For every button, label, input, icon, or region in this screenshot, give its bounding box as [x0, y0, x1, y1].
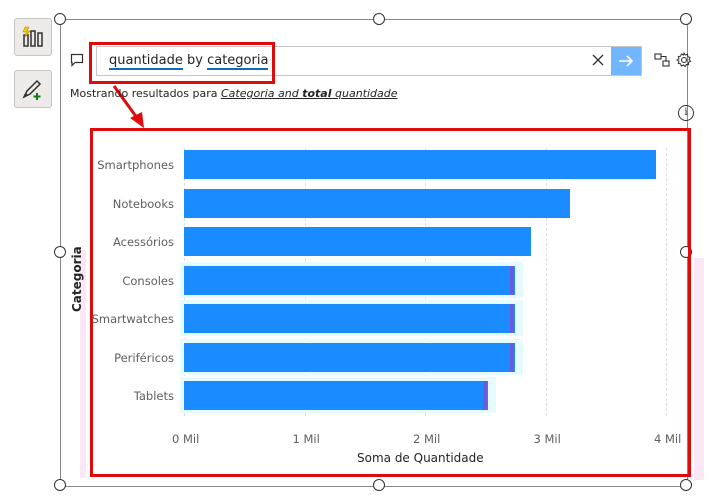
x-tick-label: 3 Mil	[533, 432, 561, 446]
category-label: Consoles	[122, 273, 174, 288]
x-tick-label: 4 Mil	[654, 432, 682, 446]
bar-smartwatches[interactable]	[184, 304, 516, 333]
y-axis-title: Categoria	[70, 246, 84, 312]
x-tick-label: 1 Mil	[292, 432, 320, 446]
category-label: Tablets	[133, 389, 174, 403]
bar-notebooks[interactable]	[184, 188, 570, 218]
bar-edge	[510, 342, 515, 372]
bar-acessórios[interactable]	[184, 227, 532, 256]
bar-smartphones[interactable]	[184, 150, 657, 179]
x-axis-title: Soma de Quantidade	[357, 451, 484, 465]
bar-consoles[interactable]	[184, 265, 516, 295]
category-label: Acessórios	[112, 235, 174, 249]
bar-tablets[interactable]	[184, 381, 488, 410]
category-label: Smartphones	[97, 158, 174, 172]
bar-periféricos[interactable]	[184, 342, 516, 372]
x-gridline	[666, 148, 667, 416]
bar-edge	[482, 381, 487, 410]
x-tick-label: 0 Mil	[172, 432, 200, 446]
category-label: Notebooks	[112, 196, 174, 211]
category-label: Periféricos	[114, 350, 174, 365]
bar-edge	[510, 265, 515, 295]
bar-chart: 0 Mil 1 Mil 2 Mil 3 Mil 4 Mil Smartphones Note…	[0, 0, 728, 504]
bar-edge	[510, 304, 515, 333]
category-label: Smartwatches	[91, 312, 174, 326]
x-tick-label: 2 Mil	[413, 432, 441, 446]
